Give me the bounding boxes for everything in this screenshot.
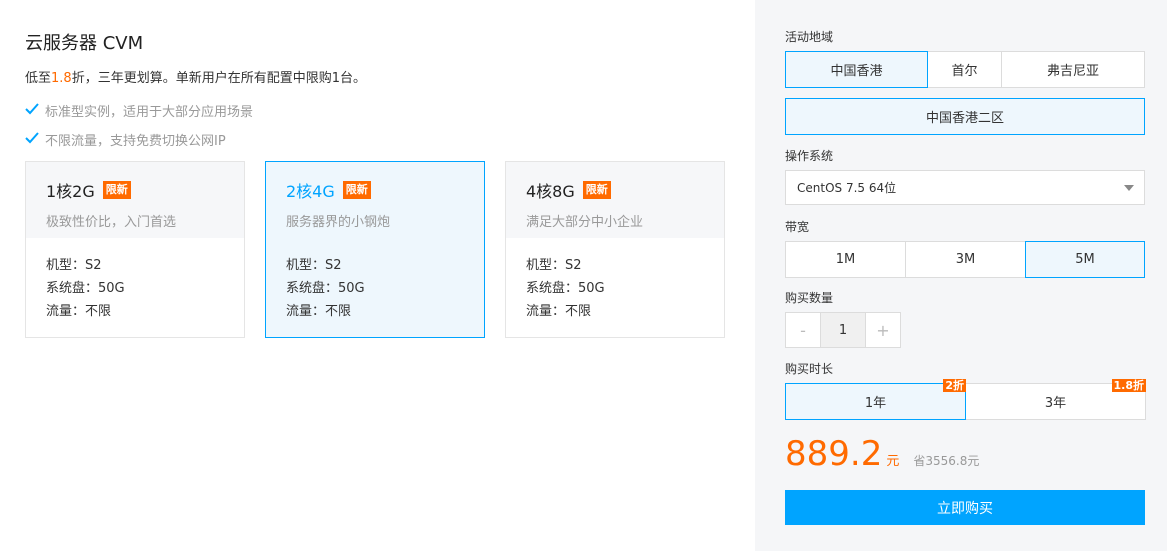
region-option-hongkong[interactable]: 中国香港: [785, 51, 928, 88]
plan-card-1c2g[interactable]: 1核2G 限新 极致性价比，入门首选 机型：S2 系统盘：50G 流量：不限: [25, 161, 245, 338]
bandwidth-selector: 1M 3M 5M: [785, 241, 1145, 278]
zone-option[interactable]: 中国香港二区: [785, 98, 1145, 135]
quantity-decrease-button[interactable]: -: [786, 313, 820, 347]
plan-traffic: 流量：不限: [286, 304, 352, 319]
region-option-seoul[interactable]: 首尔: [927, 51, 1002, 88]
product-panel: 云服务器 CVM 低至1.8折，三年更划算。单新用户在所有配置中限购1台。 标准…: [0, 0, 755, 551]
os-label: 操作系统: [785, 149, 834, 163]
plan-type: 机型：S2: [286, 258, 342, 273]
quantity-increase-button[interactable]: +: [866, 313, 900, 347]
plan-type: 机型：S2: [46, 258, 102, 273]
savings-text: 省3556.8元: [913, 454, 980, 468]
plan-disk: 系统盘：50G: [526, 281, 605, 296]
plan-type: 机型：S2: [526, 258, 582, 273]
os-select-value: CentOS 7.5 64位: [797, 181, 897, 195]
bandwidth-option-5m[interactable]: 5M: [1025, 241, 1145, 278]
check-icon: [25, 102, 39, 119]
page-title: 云服务器 CVM: [25, 33, 144, 54]
buy-now-button[interactable]: 立即购买: [785, 490, 1145, 525]
plan-name: 4核8G: [526, 182, 575, 201]
plan-subtitle: 服务器界的小钢炮: [286, 215, 391, 230]
plan-card-2c4g[interactable]: 2核4G 限新 服务器界的小钢炮 机型：S2 系统盘：50G 流量：不限: [265, 161, 485, 338]
new-user-badge: 限新: [102, 181, 131, 199]
duration-selector: 1年 2折 3年 1.8折: [785, 379, 1146, 420]
plan-name: 2核4G: [286, 182, 335, 201]
plan-traffic: 流量：不限: [46, 304, 112, 319]
price-unit: 元: [886, 454, 900, 469]
region-option-virginia[interactable]: 弗吉尼亚: [1001, 51, 1145, 88]
discount-badge: 2折: [943, 379, 966, 392]
quantity-stepper: - 1 +: [785, 312, 901, 348]
plan-disk: 系统盘：50G: [286, 281, 365, 296]
os-select[interactable]: CentOS 7.5 64位: [785, 170, 1145, 205]
bandwidth-option-3m[interactable]: 3M: [905, 241, 1026, 278]
plan-disk: 系统盘：50G: [46, 281, 125, 296]
price-display: 889.2 元 省3556.8元: [785, 434, 979, 474]
new-user-badge: 限新: [342, 181, 371, 199]
plan-card-4c8g[interactable]: 4核8G 限新 满足大部分中小企业 机型：S2 系统盘：50G 流量：不限: [505, 161, 725, 338]
discount-highlight: 1.8: [51, 71, 72, 86]
config-panel: 活动地域 中国香港 首尔 弗吉尼亚 中国香港二区 操作系统 CentOS 7.5…: [755, 0, 1167, 551]
bandwidth-label: 带宽: [785, 220, 810, 234]
quantity-input[interactable]: 1: [820, 313, 866, 347]
quantity-label: 购买数量: [785, 291, 834, 305]
plan-subtitle: 满足大部分中小企业: [526, 215, 644, 230]
feature-item: 标准型实例，适用于大部分应用场景: [25, 101, 253, 120]
plan-subtitle: 极致性价比，入门首选: [46, 215, 177, 230]
plan-traffic: 流量：不限: [526, 304, 592, 319]
new-user-badge: 限新: [582, 181, 611, 199]
feature-item: 不限流量，支持免费切换公网IP: [25, 130, 226, 149]
check-icon: [25, 131, 39, 148]
discount-badge: 1.8折: [1111, 379, 1146, 392]
plan-name: 1核2G: [46, 182, 95, 201]
promo-description: 低至1.8折，三年更划算。单新用户在所有配置中限购1台。: [25, 71, 366, 86]
duration-option-3y[interactable]: 3年 1.8折: [965, 379, 1146, 420]
bandwidth-option-1m[interactable]: 1M: [785, 241, 906, 278]
region-selector: 中国香港 首尔 弗吉尼亚: [785, 51, 1145, 88]
region-label: 活动地域: [785, 30, 834, 44]
duration-label: 购买时长: [785, 362, 834, 376]
duration-option-1y[interactable]: 1年 2折: [785, 379, 966, 420]
price-value: 889.2: [785, 434, 883, 474]
chevron-down-icon: [1124, 185, 1134, 191]
